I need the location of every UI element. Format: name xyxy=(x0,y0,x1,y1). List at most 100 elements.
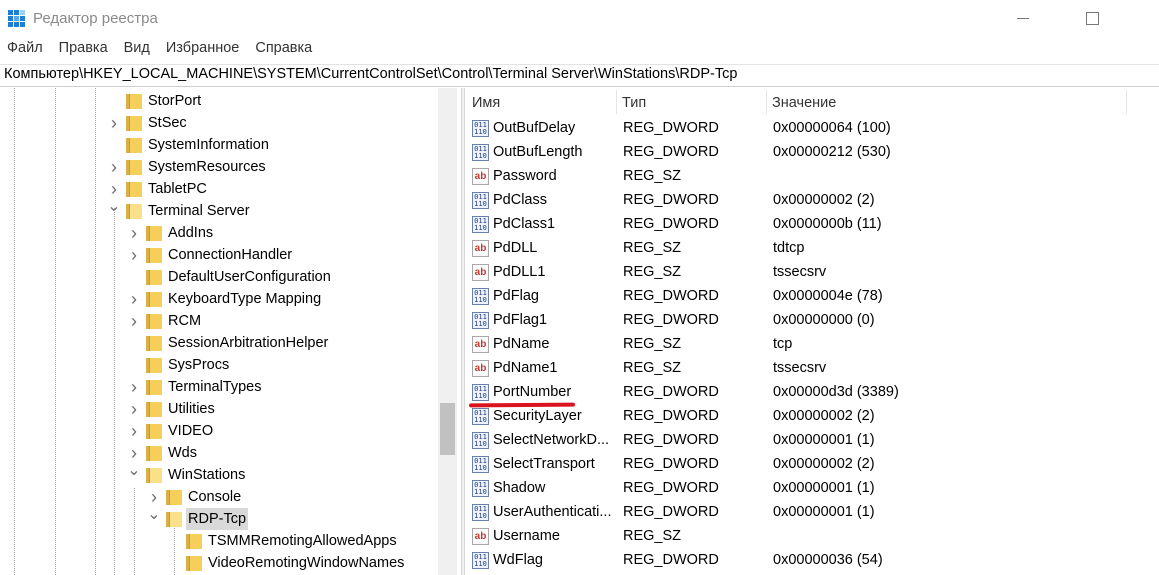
value-data: 0x00000d3d (3389) xyxy=(773,384,899,400)
tree-item[interactable]: › TerminalTypes xyxy=(0,376,438,398)
tree-item-label: TSMMRemotingAllowedApps xyxy=(208,533,397,549)
value-row[interactable]: ab PdDLL1 REG_SZ tssecsrv xyxy=(466,260,1159,284)
tree-item-label: SystemInformation xyxy=(148,137,269,153)
value-name: PdName1 xyxy=(493,360,558,376)
tree-scrollbar[interactable] xyxy=(438,88,457,575)
value-row[interactable]: 011 110 OutBufDelay REG_DWORD 0x00000064 (10… xyxy=(466,116,1159,140)
binary-value-icon: 011 110 xyxy=(472,552,489,569)
value-row[interactable]: 011 110 PortNumber REG_DWORD 0x00000d3d (338… xyxy=(466,380,1159,404)
value-type: REG_SZ xyxy=(623,360,682,376)
tree-item[interactable]: ⌄ RDP-Tcp xyxy=(0,507,438,530)
chevron-down-icon[interactable]: ⌄ xyxy=(147,507,161,530)
address-bar[interactable]: Компьютер\HKEY_LOCAL_MACHINE\SYSTEM\Curr… xyxy=(0,64,1159,87)
chevron-down-icon[interactable]: ⌄ xyxy=(127,463,141,486)
menu-file[interactable]: Файл xyxy=(0,40,51,60)
column-header-type[interactable]: Тип xyxy=(616,88,766,114)
chevron-right-icon[interactable]: › xyxy=(107,178,121,200)
value-data: 0x00000002 (2) xyxy=(773,456,875,472)
tree-item[interactable]: SystemInformation xyxy=(0,134,438,156)
chevron-right-icon[interactable]: › xyxy=(127,288,141,310)
minimize-button[interactable] xyxy=(1000,0,1046,36)
tree-item-label: StSec xyxy=(148,115,187,131)
value-row[interactable]: 011 110 SelectNetworkD... REG_DWORD 0x000000… xyxy=(466,428,1159,452)
value-type: REG_DWORD xyxy=(623,384,719,400)
chevron-right-icon[interactable]: › xyxy=(127,420,141,442)
value-row[interactable]: ab Password REG_SZ xyxy=(466,164,1159,188)
tree-item[interactable]: › StSec xyxy=(0,112,438,134)
tree-item[interactable]: ⌄ WinStations xyxy=(0,463,438,486)
chevron-right-icon[interactable]: › xyxy=(147,486,161,508)
folder-icon xyxy=(126,116,142,131)
chevron-right-icon[interactable]: › xyxy=(127,442,141,464)
value-row[interactable]: 011 110 WdFlag REG_DWORD 0x00000036 (54) xyxy=(466,548,1159,572)
key-tree[interactable]: StorPort › StSec SystemInformation › SystemRe… xyxy=(0,88,461,575)
chevron-right-icon[interactable]: › xyxy=(127,244,141,266)
binary-value-icon: 011 110 xyxy=(472,120,489,137)
tree-item-label: DefaultUserConfiguration xyxy=(168,269,331,285)
string-value-icon: ab xyxy=(472,528,489,545)
tree-item[interactable]: › VIDEO xyxy=(0,420,438,442)
value-name: SecurityLayer xyxy=(493,408,582,424)
value-row[interactable]: 011 110 PdClass REG_DWORD 0x00000002 (2) xyxy=(466,188,1159,212)
value-type: REG_SZ xyxy=(623,528,682,544)
registry-editor-icon xyxy=(8,10,25,27)
binary-value-icon: 011 110 xyxy=(472,504,489,521)
value-row[interactable]: 011 110 UserAuthenticati... REG_DWORD 0x0000… xyxy=(466,500,1159,524)
column-separator[interactable] xyxy=(1126,90,1127,114)
chevron-right-icon[interactable]: › xyxy=(127,222,141,244)
column-header-value[interactable]: Значение xyxy=(766,88,1126,114)
value-row[interactable]: 011 110 OutBufLength REG_DWORD 0x00000212 (5… xyxy=(466,140,1159,164)
pane-splitter[interactable] xyxy=(461,88,465,575)
tree-scrollbar-thumb[interactable] xyxy=(440,403,455,455)
menu-help[interactable]: Справка xyxy=(247,40,320,60)
value-row[interactable]: ab PdName REG_SZ tcp xyxy=(466,332,1159,356)
tree-item[interactable]: VideoRemotingWindowNames xyxy=(0,552,438,574)
maximize-button[interactable] xyxy=(1069,0,1115,36)
tree-item[interactable]: › TabletPC xyxy=(0,178,438,200)
tree-item[interactable]: DefaultUserConfiguration xyxy=(0,266,438,288)
value-row[interactable]: ab Username REG_SZ xyxy=(466,524,1159,548)
value-row[interactable]: 011 110 Shadow REG_DWORD 0x00000001 (1) xyxy=(466,476,1159,500)
binary-value-icon: 011 110 xyxy=(472,312,489,329)
menu-edit[interactable]: Правка xyxy=(51,40,116,60)
chevron-right-icon[interactable]: › xyxy=(127,398,141,420)
chevron-right-icon[interactable]: › xyxy=(127,310,141,332)
string-value-icon: ab xyxy=(472,240,489,257)
menu-favorites[interactable]: Избранное xyxy=(158,40,247,60)
tree-item[interactable]: › Console xyxy=(0,486,438,508)
tree-item-label: TerminalTypes xyxy=(168,379,262,395)
tree-item-label: SysProcs xyxy=(168,357,230,373)
tree-item[interactable]: › AddIns xyxy=(0,222,438,244)
value-row[interactable]: ab PdName1 REG_SZ tssecsrv xyxy=(466,356,1159,380)
chevron-right-icon[interactable]: › xyxy=(107,156,121,178)
tree-item[interactable]: TSMMRemotingAllowedApps xyxy=(0,530,438,552)
chevron-right-icon[interactable]: › xyxy=(107,112,121,134)
tree-item-label: VideoRemotingWindowNames xyxy=(208,555,405,571)
value-name: PortNumber xyxy=(493,384,572,400)
value-row[interactable]: 011 110 PdFlag1 REG_DWORD 0x00000000 (0) xyxy=(466,308,1159,332)
tree-item[interactable]: › ConnectionHandler xyxy=(0,244,438,266)
tree-item[interactable]: › Wds xyxy=(0,442,438,464)
tree-item[interactable]: › SystemResources xyxy=(0,156,438,178)
value-data: 0x00000064 (100) xyxy=(773,120,891,136)
tree-item-label: SystemResources xyxy=(148,159,266,175)
value-row[interactable]: 011 110 PdFlag REG_DWORD 0x0000004e (78) xyxy=(466,284,1159,308)
tree-item[interactable]: › Utilities xyxy=(0,398,438,420)
value-row[interactable]: 011 110 SecurityLayer REG_DWORD 0x00000002 (… xyxy=(466,404,1159,428)
value-row[interactable]: ab PdDLL REG_SZ tdtcp xyxy=(466,236,1159,260)
menu-view[interactable]: Вид xyxy=(116,40,158,60)
tree-item[interactable]: SysProcs xyxy=(0,354,438,376)
tree-item[interactable]: › KeyboardType Mapping xyxy=(0,288,438,310)
tree-item[interactable]: StorPort xyxy=(0,90,438,112)
tree-item-label: TabletPC xyxy=(148,181,207,197)
value-row[interactable]: 011 110 SelectTransport REG_DWORD 0x00000002… xyxy=(466,452,1159,476)
value-row[interactable]: 011 110 PdClass1 REG_DWORD 0x0000000b (11) xyxy=(466,212,1159,236)
tree-item[interactable]: ⌄ Terminal Server xyxy=(0,199,438,222)
tree-item[interactable]: SessionArbitrationHelper xyxy=(0,332,438,354)
folder-icon xyxy=(146,270,162,285)
column-header-name[interactable]: Имя xyxy=(466,88,616,114)
tree-item[interactable]: › RCM xyxy=(0,310,438,332)
chevron-right-icon[interactable]: › xyxy=(127,376,141,398)
value-name: Username xyxy=(493,528,560,544)
folder-icon xyxy=(126,94,142,109)
